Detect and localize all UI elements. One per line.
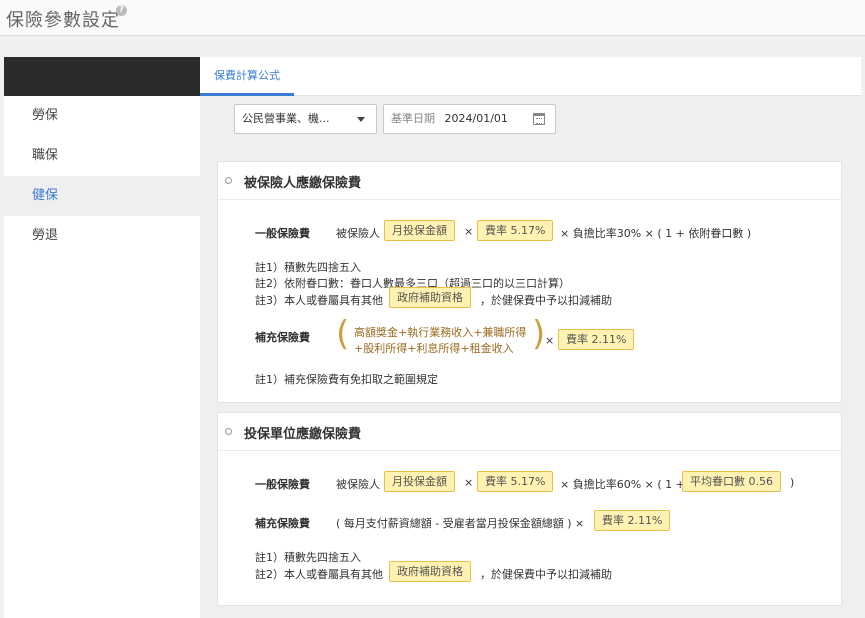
sidebar-item-health-insurance[interactable]: 健保 (4, 176, 208, 216)
average-dependents-chip: 平均眷口數 0.56 (682, 471, 781, 492)
formula-close: ) (790, 476, 795, 489)
government-subsidy-chip: 政府補助資格 (389, 287, 471, 308)
supplementary-premium-label: 補充保險費 (255, 517, 310, 530)
sidebar-header (4, 57, 200, 96)
multiply-sign: × (545, 334, 555, 347)
card-title: 被保險人應繳保險費 (244, 176, 362, 191)
page-title: 保險參數設定 (6, 10, 120, 31)
formula-middle: × 負擔比率60% × ( 1 + (560, 478, 685, 491)
supplementary-formula: ( 每月支付薪資總額 - 受雇者當月投保金額總額 ) × (336, 517, 585, 530)
multiply-sign: × (464, 225, 474, 238)
card-header: 投保單位應繳保險費 (218, 413, 841, 451)
formula-suffix: × 負擔比率30% × ( 1 + 依附眷口數 ) (560, 227, 752, 240)
supplementary-rate-chip: 費率 2.11% (558, 329, 635, 350)
supplementary-note: 註1）補充保險費有免扣取之範圍規定 (255, 373, 438, 386)
insured-premium-card: 被保險人應繳保險費 一般保險費 被保險人 月投保金額 × 費率 5.17% × … (217, 161, 842, 403)
card-header: 被保險人應繳保險費 (218, 162, 841, 200)
main-panel: 保費計算公式 公民營事業、機... 基準日期 2024/01/01 被保險人應繳… (200, 57, 861, 618)
base-date-field[interactable]: 基準日期 2024/01/01 (383, 104, 556, 134)
formula-prefix: 被保險人 (336, 227, 380, 240)
note-1: 註1）積數先四捨五入 (255, 551, 361, 564)
government-subsidy-chip: 政府補助資格 (389, 561, 471, 582)
sidebar: 勞保 職保 健保 勞退 (4, 57, 208, 618)
note-2: 註2）本人或眷屬具有其他 (255, 568, 383, 581)
circle-bullet-icon (225, 428, 232, 435)
category-select-value: 公民營事業、機... (242, 112, 330, 125)
sidebar-item-labor-insurance[interactable]: 勞保 (4, 96, 200, 136)
page-header: 保險參數設定 ? (0, 0, 865, 36)
note-3: 註3）本人或眷屬具有其他 (255, 294, 383, 307)
sidebar-item-occupational-insurance[interactable]: 職保 (4, 136, 200, 176)
general-premium-label: 一般保險費 (255, 227, 310, 240)
supplementary-rate-chip: 費率 2.11% (594, 510, 671, 531)
monthly-insured-salary-chip: 月投保金額 (384, 471, 455, 492)
note-3-suffix: ，於健保費中予以扣減補助 (480, 294, 612, 307)
close-paren: ) (532, 314, 546, 354)
sidebar-item-labor-pension[interactable]: 勞退 (4, 216, 200, 256)
formula-prefix: 被保險人 (336, 478, 380, 491)
tab-premium-formula[interactable]: 保費計算公式 (200, 57, 294, 96)
open-paren: ( (336, 314, 350, 354)
supplementary-premium-label: 補充保險費 (255, 331, 310, 344)
monthly-insured-salary-chip: 月投保金額 (384, 220, 455, 241)
caret-down-icon (357, 117, 365, 122)
base-date-label: 基準日期 (391, 112, 435, 125)
base-date-value: 2024/01/01 (444, 112, 508, 125)
general-premium-label: 一般保險費 (255, 478, 310, 491)
category-select[interactable]: 公民營事業、機... (234, 104, 377, 134)
rate-chip: 費率 5.17% (477, 471, 554, 492)
rate-chip: 費率 5.17% (477, 220, 554, 241)
circle-bullet-icon (225, 177, 232, 184)
note-1: 註1）積數先四捨五入 (255, 261, 361, 274)
multiply-sign: × (464, 476, 474, 489)
calendar-icon[interactable] (533, 113, 545, 125)
help-icon[interactable]: ? (116, 5, 127, 16)
card-title: 投保單位應繳保險費 (244, 427, 362, 442)
note-2-suffix: ，於健保費中予以扣減補助 (480, 568, 612, 581)
supplementary-income-line-1: 高額獎金+執行業務收入+兼職所得 (354, 326, 527, 339)
supplementary-income-line-2: +股利所得+利息所得+租金收入 (354, 342, 514, 355)
tab-bar: 保費計算公式 (200, 57, 861, 96)
employer-premium-card: 投保單位應繳保險費 一般保險費 被保險人 月投保金額 × 費率 5.17% × … (217, 412, 842, 606)
